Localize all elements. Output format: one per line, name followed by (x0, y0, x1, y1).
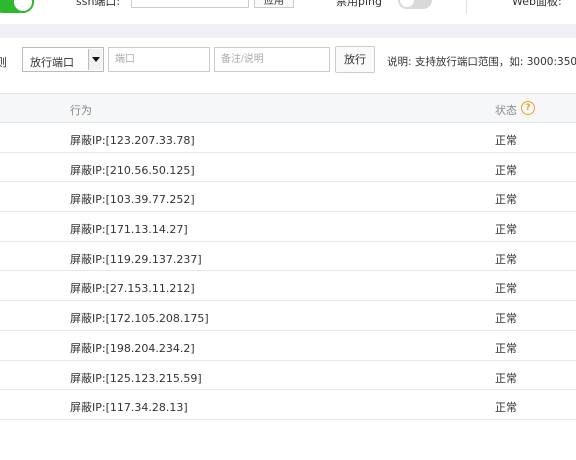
row-action: 屏蔽IP:[27.153.11.212] (70, 282, 195, 296)
row-status: 正常 (495, 312, 517, 326)
table-row: 屏蔽IP:[172.105.208.175] 正常 (0, 301, 576, 331)
table-row: 屏蔽IP:[27.153.11.212] 正常 (0, 271, 576, 302)
row-status: 正常 (495, 163, 517, 177)
row-action: 屏蔽IP:[171.13.14.27] (70, 223, 188, 237)
web-panel-label: Web面板: (512, 0, 562, 8)
feature-toggle-on[interactable] (0, 0, 34, 13)
table-header: 行为 状态 ? (0, 93, 576, 123)
row-action: 屏蔽IP:[103.39.77.252] (70, 193, 195, 207)
row-action: 屏蔽IP:[117.34.28.13] (70, 401, 188, 415)
column-header-status: 状态 (495, 104, 517, 117)
row-status: 正常 (495, 134, 517, 147)
port-rule-form: 则 放行端口 放行 说明: 支持放行端口范围，如: 3000:3500 (0, 44, 576, 76)
note-input[interactable] (214, 47, 330, 72)
table-row: 屏蔽IP:[198.204.234.2] 正常 (0, 331, 576, 361)
table-row: 屏蔽IP:[210.56.50.125] 正常 (0, 153, 576, 183)
firewall-log-table: 行为 状态 ? 屏蔽IP:[123.207.33.78] 正常 屏蔽IP:[210.… (0, 93, 576, 420)
toggle-knob (400, 0, 414, 7)
row-action: 屏蔽IP:[125.123.215.59] (70, 371, 202, 385)
allow-button[interactable]: 放行 (335, 46, 375, 73)
row-status: 正常 (495, 401, 517, 415)
column-header-action: 行为 (70, 104, 92, 117)
row-status: 正常 (495, 193, 517, 207)
row-action: 屏蔽IP:[119.29.137.237] (70, 252, 202, 266)
port-input[interactable] (108, 47, 210, 72)
ping-toggle-off[interactable] (398, 0, 432, 9)
section-separator (0, 24, 576, 38)
rule-type-value: 放行端口 (30, 56, 74, 69)
chevron-down-icon[interactable] (88, 49, 102, 70)
ssh-port-input[interactable] (131, 0, 249, 8)
row-status: 正常 (495, 371, 517, 385)
table-row: 屏蔽IP:[103.39.77.252] 正常 (0, 182, 576, 213)
table-body: 屏蔽IP:[123.207.33.78] 正常 屏蔽IP:[210.56.50.12… (0, 123, 576, 420)
row-status: 正常 (495, 223, 517, 237)
top-settings-bar: ssh端口: 应用 禁用ping Web面板: (0, 0, 576, 24)
table-row: 屏蔽IP:[117.34.28.13] 正常 (0, 390, 576, 420)
row-action: 屏蔽IP:[210.56.50.125] (70, 163, 195, 177)
table-row: 屏蔽IP:[119.29.137.237] 正常 (0, 242, 576, 272)
row-action: 屏蔽IP:[123.207.33.78] (70, 134, 195, 147)
rule-label: 则 (0, 56, 7, 69)
table-row: 屏蔽IP:[123.207.33.78] 正常 (0, 123, 576, 153)
ssh-port-label: ssh端口: (76, 0, 121, 8)
row-action: 屏蔽IP:[198.204.234.2] (70, 341, 195, 355)
hint-text: 说明: 支持放行端口范围，如: 3000:3500 (387, 56, 576, 68)
disable-ping-label: 禁用ping (336, 0, 382, 8)
help-circle-icon[interactable]: ? (521, 101, 535, 115)
table-row: 屏蔽IP:[125.123.215.59] 正常 (0, 361, 576, 391)
row-status: 正常 (495, 252, 517, 266)
table-row: 屏蔽IP:[171.13.14.27] 正常 (0, 212, 576, 242)
toggle-knob (14, 0, 32, 11)
apply-button[interactable]: 应用 (254, 0, 294, 8)
row-status: 正常 (495, 341, 517, 355)
row-action: 屏蔽IP:[172.105.208.175] (70, 312, 209, 326)
rule-type-select[interactable]: 放行端口 (22, 47, 104, 72)
row-status: 正常 (495, 282, 517, 296)
divider (466, 0, 467, 14)
